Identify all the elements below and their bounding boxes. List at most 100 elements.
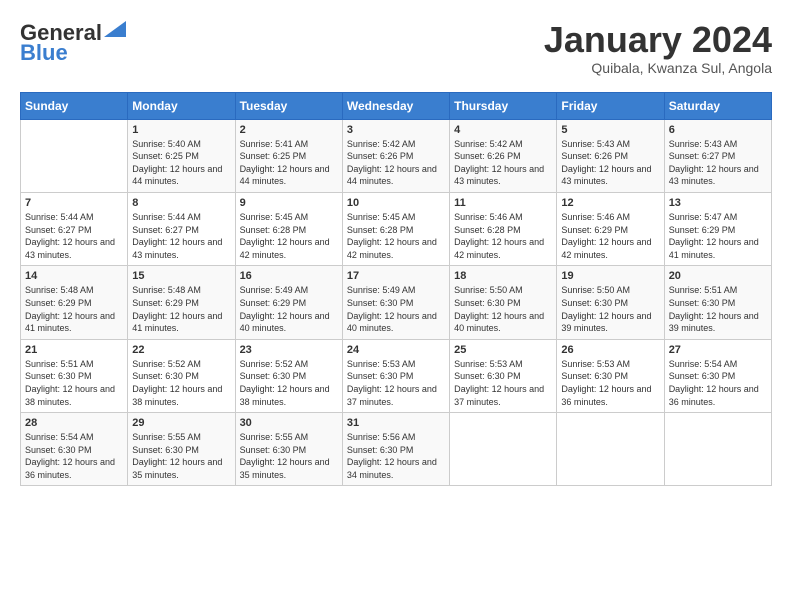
day-info: Sunrise: 5:46 AMSunset: 6:29 PMDaylight:… [561, 211, 659, 261]
day-number: 3 [347, 124, 445, 136]
day-info: Sunrise: 5:44 AMSunset: 6:27 PMDaylight:… [132, 211, 230, 261]
calendar-cell: 30 Sunrise: 5:55 AMSunset: 6:30 PMDayligh… [235, 413, 342, 486]
calendar-cell [21, 119, 128, 192]
calendar-cell: 1 Sunrise: 5:40 AMSunset: 6:25 PMDaylight… [128, 119, 235, 192]
day-info: Sunrise: 5:45 AMSunset: 6:28 PMDaylight:… [347, 211, 445, 261]
day-info: Sunrise: 5:43 AMSunset: 6:26 PMDaylight:… [561, 138, 659, 188]
day-number: 26 [561, 344, 659, 356]
logo: General Blue [20, 20, 126, 66]
day-number: 10 [347, 197, 445, 209]
day-number: 12 [561, 197, 659, 209]
day-number: 16 [240, 270, 338, 282]
calendar-cell: 9Sunrise: 5:45 AMSunset: 6:28 PMDaylight… [235, 192, 342, 265]
day-info: Sunrise: 5:47 AMSunset: 6:29 PMDaylight:… [669, 211, 767, 261]
day-number: 30 [240, 417, 338, 429]
calendar-cell: 24Sunrise: 5:53 AMSunset: 6:30 PMDayligh… [342, 339, 449, 412]
col-wednesday: Wednesday [342, 92, 449, 119]
calendar-cell: 10 Sunrise: 5:45 AMSunset: 6:28 PMDayligh… [342, 192, 449, 265]
calendar-cell: 27Sunrise: 5:54 AMSunset: 6:30 PMDayligh… [664, 339, 771, 412]
calendar-cell: 7 Sunrise: 5:44 AMSunset: 6:27 PMDaylight… [21, 192, 128, 265]
col-saturday: Saturday [664, 92, 771, 119]
day-number: 14 [25, 270, 123, 282]
day-info: Sunrise: 5:51 AMSunset: 6:30 PMDaylight:… [669, 284, 767, 334]
calendar-week-row: 7 Sunrise: 5:44 AMSunset: 6:27 PMDaylight… [21, 192, 772, 265]
col-friday: Friday [557, 92, 664, 119]
day-number: 11 [454, 197, 552, 209]
calendar-cell: 22 Sunrise: 5:52 AMSunset: 6:30 PMDayligh… [128, 339, 235, 412]
day-info: Sunrise: 5:49 AMSunset: 6:29 PMDaylight:… [240, 284, 338, 334]
calendar-cell: 16 Sunrise: 5:49 AMSunset: 6:29 PMDayligh… [235, 266, 342, 339]
day-info: Sunrise: 5:52 AMSunset: 6:30 PMDaylight:… [240, 358, 338, 408]
day-info: Sunrise: 5:56 AMSunset: 6:30 PMDaylight:… [347, 431, 445, 481]
day-number: 13 [669, 197, 767, 209]
calendar-cell: 31Sunrise: 5:56 AMSunset: 6:30 PMDayligh… [342, 413, 449, 486]
day-number: 29 [132, 417, 230, 429]
day-number: 19 [561, 270, 659, 282]
calendar-cell: 15Sunrise: 5:48 AMSunset: 6:29 PMDayligh… [128, 266, 235, 339]
day-number: 7 [25, 197, 123, 209]
logo-blue: Blue [20, 40, 68, 66]
calendar-cell: 17Sunrise: 5:49 AMSunset: 6:30 PMDayligh… [342, 266, 449, 339]
day-info: Sunrise: 5:43 AMSunset: 6:27 PMDaylight:… [669, 138, 767, 188]
calendar-cell: 12 Sunrise: 5:46 AMSunset: 6:29 PMDayligh… [557, 192, 664, 265]
col-monday: Monday [128, 92, 235, 119]
day-info: Sunrise: 5:52 AMSunset: 6:30 PMDaylight:… [132, 358, 230, 408]
calendar-cell: 29 Sunrise: 5:55 AMSunset: 6:30 PMDayligh… [128, 413, 235, 486]
calendar-cell: 4 Sunrise: 5:42 AMSunset: 6:26 PMDaylight… [450, 119, 557, 192]
calendar-cell: 2 Sunrise: 5:41 AMSunset: 6:25 PMDaylight… [235, 119, 342, 192]
calendar-week-row: 1 Sunrise: 5:40 AMSunset: 6:25 PMDaylight… [21, 119, 772, 192]
calendar-cell: 21 Sunrise: 5:51 AMSunset: 6:30 PMDayligh… [21, 339, 128, 412]
calendar-cell: 5 Sunrise: 5:43 AMSunset: 6:26 PMDaylight… [557, 119, 664, 192]
calendar-week-row: 28Sunrise: 5:54 AMSunset: 6:30 PMDayligh… [21, 413, 772, 486]
title-block: January 2024 Quibala, Kwanza Sul, Angola [544, 20, 772, 76]
day-info: Sunrise: 5:46 AMSunset: 6:28 PMDaylight:… [454, 211, 552, 261]
calendar-cell: 19 Sunrise: 5:50 AMSunset: 6:30 PMDayligh… [557, 266, 664, 339]
day-info: Sunrise: 5:42 AMSunset: 6:26 PMDaylight:… [347, 138, 445, 188]
day-number: 21 [25, 344, 123, 356]
calendar-cell: 25Sunrise: 5:53 AMSunset: 6:30 PMDayligh… [450, 339, 557, 412]
day-info: Sunrise: 5:45 AMSunset: 6:28 PMDaylight:… [240, 211, 338, 261]
day-number: 6 [669, 124, 767, 136]
day-number: 28 [25, 417, 123, 429]
day-info: Sunrise: 5:50 AMSunset: 6:30 PMDaylight:… [454, 284, 552, 334]
calendar-body: 1 Sunrise: 5:40 AMSunset: 6:25 PMDaylight… [21, 119, 772, 486]
day-info: Sunrise: 5:55 AMSunset: 6:30 PMDaylight:… [132, 431, 230, 481]
calendar-cell [557, 413, 664, 486]
day-number: 5 [561, 124, 659, 136]
day-number: 2 [240, 124, 338, 136]
day-number: 8 [132, 197, 230, 209]
day-number: 23 [240, 344, 338, 356]
calendar-cell: 3 Sunrise: 5:42 AMSunset: 6:26 PMDaylight… [342, 119, 449, 192]
weekday-row: Sunday Monday Tuesday Wednesday Thursday… [21, 92, 772, 119]
day-info: Sunrise: 5:50 AMSunset: 6:30 PMDaylight:… [561, 284, 659, 334]
day-info: Sunrise: 5:51 AMSunset: 6:30 PMDaylight:… [25, 358, 123, 408]
day-info: Sunrise: 5:49 AMSunset: 6:30 PMDaylight:… [347, 284, 445, 334]
calendar-table: Sunday Monday Tuesday Wednesday Thursday… [20, 92, 772, 487]
day-number: 20 [669, 270, 767, 282]
day-info: Sunrise: 5:48 AMSunset: 6:29 PMDaylight:… [25, 284, 123, 334]
day-info: Sunrise: 5:53 AMSunset: 6:30 PMDaylight:… [561, 358, 659, 408]
calendar-cell: 18Sunrise: 5:50 AMSunset: 6:30 PMDayligh… [450, 266, 557, 339]
day-info: Sunrise: 5:42 AMSunset: 6:26 PMDaylight:… [454, 138, 552, 188]
day-number: 4 [454, 124, 552, 136]
calendar-header: Sunday Monday Tuesday Wednesday Thursday… [21, 92, 772, 119]
col-thursday: Thursday [450, 92, 557, 119]
day-info: Sunrise: 5:54 AMSunset: 6:30 PMDaylight:… [669, 358, 767, 408]
calendar-cell [664, 413, 771, 486]
col-tuesday: Tuesday [235, 92, 342, 119]
day-number: 22 [132, 344, 230, 356]
calendar-cell: 8 Sunrise: 5:44 AMSunset: 6:27 PMDaylight… [128, 192, 235, 265]
calendar-cell: 11 Sunrise: 5:46 AMSunset: 6:28 PMDayligh… [450, 192, 557, 265]
calendar-cell: 20 Sunrise: 5:51 AMSunset: 6:30 PMDayligh… [664, 266, 771, 339]
day-info: Sunrise: 5:44 AMSunset: 6:27 PMDaylight:… [25, 211, 123, 261]
day-info: Sunrise: 5:41 AMSunset: 6:25 PMDaylight:… [240, 138, 338, 188]
day-info: Sunrise: 5:48 AMSunset: 6:29 PMDaylight:… [132, 284, 230, 334]
day-info: Sunrise: 5:40 AMSunset: 6:25 PMDaylight:… [132, 138, 230, 188]
day-number: 25 [454, 344, 552, 356]
col-sunday: Sunday [21, 92, 128, 119]
day-info: Sunrise: 5:55 AMSunset: 6:30 PMDaylight:… [240, 431, 338, 481]
day-number: 24 [347, 344, 445, 356]
calendar-cell: 13 Sunrise: 5:47 AMSunset: 6:29 PMDayligh… [664, 192, 771, 265]
calendar-cell: 26 Sunrise: 5:53 AMSunset: 6:30 PMDayligh… [557, 339, 664, 412]
day-number: 1 [132, 124, 230, 136]
